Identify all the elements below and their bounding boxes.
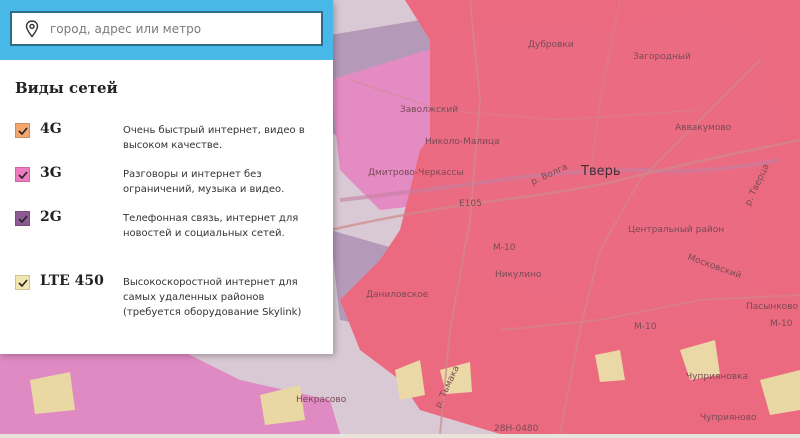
network-description: Разговоры и интернет без ограничений, му…	[123, 169, 285, 195]
panel-title: Виды сетей	[15, 79, 118, 97]
map-label-danilovskoe: Даниловское	[366, 290, 429, 300]
checkmark-icon	[18, 215, 28, 224]
checkmark-icon	[18, 127, 28, 136]
network-description: Телефонная связь, интернет для новостей …	[123, 213, 299, 239]
network-name: LTE 450	[40, 273, 104, 289]
network-name: 2G	[40, 209, 62, 225]
network-name: 3G	[40, 165, 62, 181]
map-label-nekrasovo: Некрасово	[296, 395, 347, 405]
map-label-m10c: М-10	[770, 319, 793, 329]
lte450-area	[595, 350, 625, 382]
map-label-chuprianovo: Чуприяново	[700, 413, 757, 423]
map-label-zavolzhsky: Заволжский	[400, 105, 459, 115]
map-label-chuprianovka: Чуприяновка	[686, 372, 749, 382]
map-label-dubrovki: Дубровки	[528, 40, 574, 50]
network-name: 4G	[40, 121, 62, 137]
map-label-nikulino: Никулино	[495, 270, 542, 280]
search-bar	[0, 0, 333, 60]
map-label-m10: М-10	[493, 243, 516, 253]
checkbox-lte450[interactable]	[15, 275, 30, 290]
map-label-m10b: М-10	[634, 322, 657, 332]
map-label-pasynkovo: Пасынково	[746, 302, 798, 312]
network-types-panel: Виды сетей 4G Очень быстрый интернет, ви…	[0, 0, 333, 354]
network-description: Высокоскоростной интернет для самых удал…	[123, 277, 302, 318]
checkbox-2g[interactable]	[15, 211, 30, 226]
location-pin-icon	[25, 19, 39, 38]
checkmark-icon	[18, 171, 28, 180]
checkmark-icon	[18, 279, 28, 288]
map-label-road-number: 28Н-0480	[494, 424, 539, 434]
map-label-aavakumovo: Аввакумово	[675, 123, 732, 133]
map-label-tver: Тверь	[581, 164, 621, 179]
map-label-center-district: Центральный район	[628, 225, 725, 235]
map-label-dmitrovo-cherkassy: Дмитрово-Черкассы	[368, 168, 464, 178]
checkbox-3g[interactable]	[15, 167, 30, 182]
network-description: Очень быстрый интернет, видео в высоком …	[123, 125, 305, 151]
checkbox-4g[interactable]	[15, 123, 30, 138]
map-label-zagorodny: Загородный	[633, 52, 691, 62]
map-label-nikolo-malitsa: Николо-Малица	[425, 137, 500, 147]
search-box[interactable]	[10, 11, 323, 46]
map-label-e105: Е105	[459, 199, 482, 209]
search-input[interactable]	[48, 20, 321, 37]
